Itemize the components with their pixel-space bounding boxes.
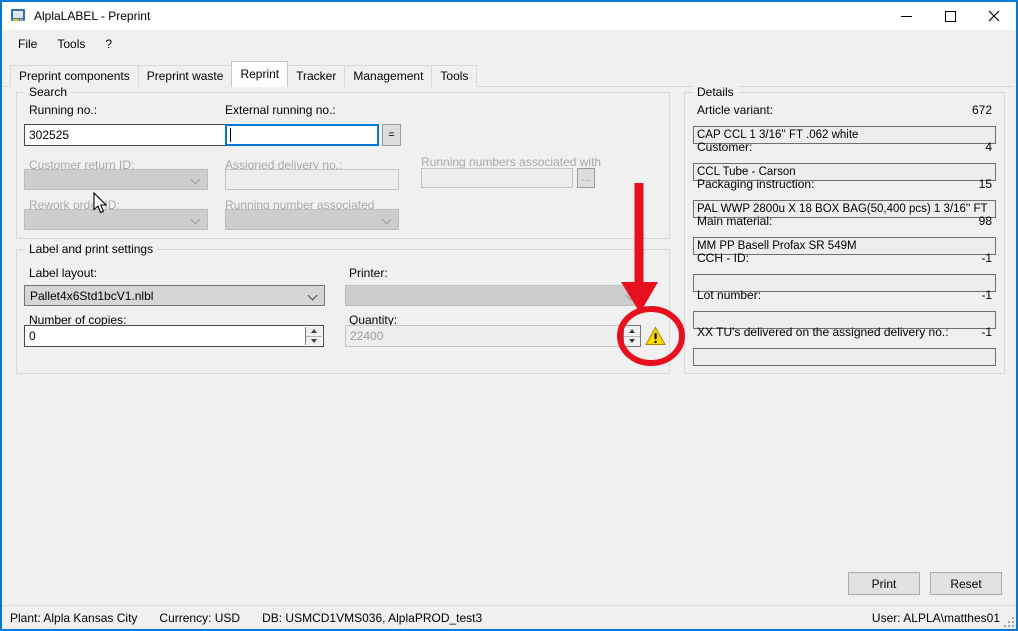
spin-down-icon xyxy=(311,339,317,343)
status-currency: Currency: USD xyxy=(159,611,240,625)
label-print-settings-legend: Label and print settings xyxy=(25,242,157,256)
tab-tools[interactable]: Tools xyxy=(431,65,477,87)
chevron-down-icon xyxy=(191,175,201,185)
spin-down-icon xyxy=(629,339,635,343)
printer-label: Printer: xyxy=(349,266,388,280)
menu-tools[interactable]: Tools xyxy=(47,33,95,55)
maximize-button[interactable] xyxy=(928,2,972,30)
lot-number-label: Lot number: xyxy=(697,288,761,302)
assigned-delivery-no-input[interactable] xyxy=(225,169,399,190)
tab-strip: Preprint components Preprint waste Repri… xyxy=(10,64,476,87)
customer-label: Customer: xyxy=(697,140,752,154)
running-no-label: Running no.: xyxy=(29,103,97,117)
running-numbers-associated-with-input[interactable] xyxy=(421,168,573,188)
main-material-label: Main material: xyxy=(697,214,772,228)
minimize-button[interactable] xyxy=(884,2,928,30)
tus-delivered-id: -1 xyxy=(981,325,992,339)
cch-id-id: -1 xyxy=(981,251,992,265)
article-variant-id: 672 xyxy=(972,103,992,117)
rework-order-id-dropdown[interactable] xyxy=(24,209,208,230)
minimize-icon xyxy=(901,16,912,17)
print-button[interactable]: Print xyxy=(848,572,920,595)
main-material-id: 98 xyxy=(979,214,992,228)
tab-reprint[interactable]: Reprint xyxy=(231,61,288,87)
customer-return-id-dropdown[interactable] xyxy=(24,169,208,190)
resize-grip-icon[interactable] xyxy=(1002,615,1014,627)
chevron-down-icon xyxy=(382,215,392,225)
title-bar: AlplaLABEL - Preprint xyxy=(2,2,1016,30)
details-group: Details Article variant: 672 CAP CCL 1 3… xyxy=(684,92,1005,374)
tab-preprint-components[interactable]: Preprint components xyxy=(10,65,139,87)
tus-delivered-value xyxy=(693,348,996,366)
status-bar: Plant: Alpla Kansas City Currency: USD D… xyxy=(2,605,1016,629)
running-no-input[interactable]: 302525 xyxy=(24,124,243,146)
customer-id: 4 xyxy=(985,140,992,154)
copies-spinner[interactable] xyxy=(305,327,322,345)
menu-help[interactable]: ? xyxy=(95,33,122,55)
quantity-spinner[interactable] xyxy=(623,325,641,347)
running-number-associated-dropdown[interactable] xyxy=(225,209,399,230)
window-title: AlplaLABEL - Preprint xyxy=(34,9,150,23)
menu-file[interactable]: File xyxy=(8,33,47,55)
close-icon xyxy=(988,10,1000,22)
browse-button[interactable]: ... xyxy=(577,168,595,188)
label-print-settings-group: Label and print settings Label layout: P… xyxy=(16,249,670,374)
text-caret xyxy=(230,128,231,142)
running-numbers-associated-with-label: Running numbers associated with xyxy=(421,155,601,169)
lot-number-id: -1 xyxy=(981,288,992,302)
external-running-no-label: External running no.: xyxy=(225,103,336,117)
cch-id-label: CCH - ID: xyxy=(697,251,749,265)
warning-icon xyxy=(644,325,666,347)
reset-button[interactable]: Reset xyxy=(930,572,1002,595)
tab-preprint-waste[interactable]: Preprint waste xyxy=(138,65,233,87)
close-button[interactable] xyxy=(972,2,1016,30)
chevron-down-icon xyxy=(626,291,636,301)
chevron-down-icon xyxy=(191,215,201,225)
tus-delivered-label: XX TU's delivered on the assigned delive… xyxy=(697,325,949,339)
status-plant: Plant: Alpla Kansas City xyxy=(10,611,137,625)
packaging-instruction-id: 15 xyxy=(979,177,992,191)
search-group-legend: Search xyxy=(25,85,71,99)
details-group-legend: Details xyxy=(693,85,738,99)
number-of-copies-stepper[interactable]: 0 xyxy=(24,325,324,347)
article-variant-label: Article variant: xyxy=(697,103,773,117)
label-layout-label: Label layout: xyxy=(29,266,97,280)
menu-bar: File Tools ? xyxy=(2,30,1016,58)
status-db: DB: USMCD1VMS036, AlplaPROD_test3 xyxy=(262,611,482,625)
spin-up-icon xyxy=(629,329,635,333)
quantity-input[interactable]: 22400 xyxy=(345,325,621,347)
app-window: AlplaLABEL - Preprint File Tools ? Prepr… xyxy=(0,0,1018,631)
chevron-down-icon xyxy=(308,291,318,301)
external-running-no-input[interactable] xyxy=(225,124,379,146)
packaging-instruction-label: Packaging instruction: xyxy=(697,177,814,191)
status-user: User: ALPLA\matthes01 xyxy=(872,611,1000,625)
label-layout-dropdown[interactable]: Pallet4x6Std1bcV1.nlbl xyxy=(24,285,325,306)
tab-tracker[interactable]: Tracker xyxy=(287,65,345,87)
external-running-no-equals-button[interactable]: = xyxy=(382,124,401,146)
app-icon xyxy=(10,8,26,24)
tab-management[interactable]: Management xyxy=(344,65,432,87)
search-group: Search Running no.: 302525 = External ru… xyxy=(16,92,670,239)
spin-up-icon xyxy=(311,329,317,333)
maximize-icon xyxy=(945,11,956,22)
printer-dropdown[interactable] xyxy=(345,285,643,306)
